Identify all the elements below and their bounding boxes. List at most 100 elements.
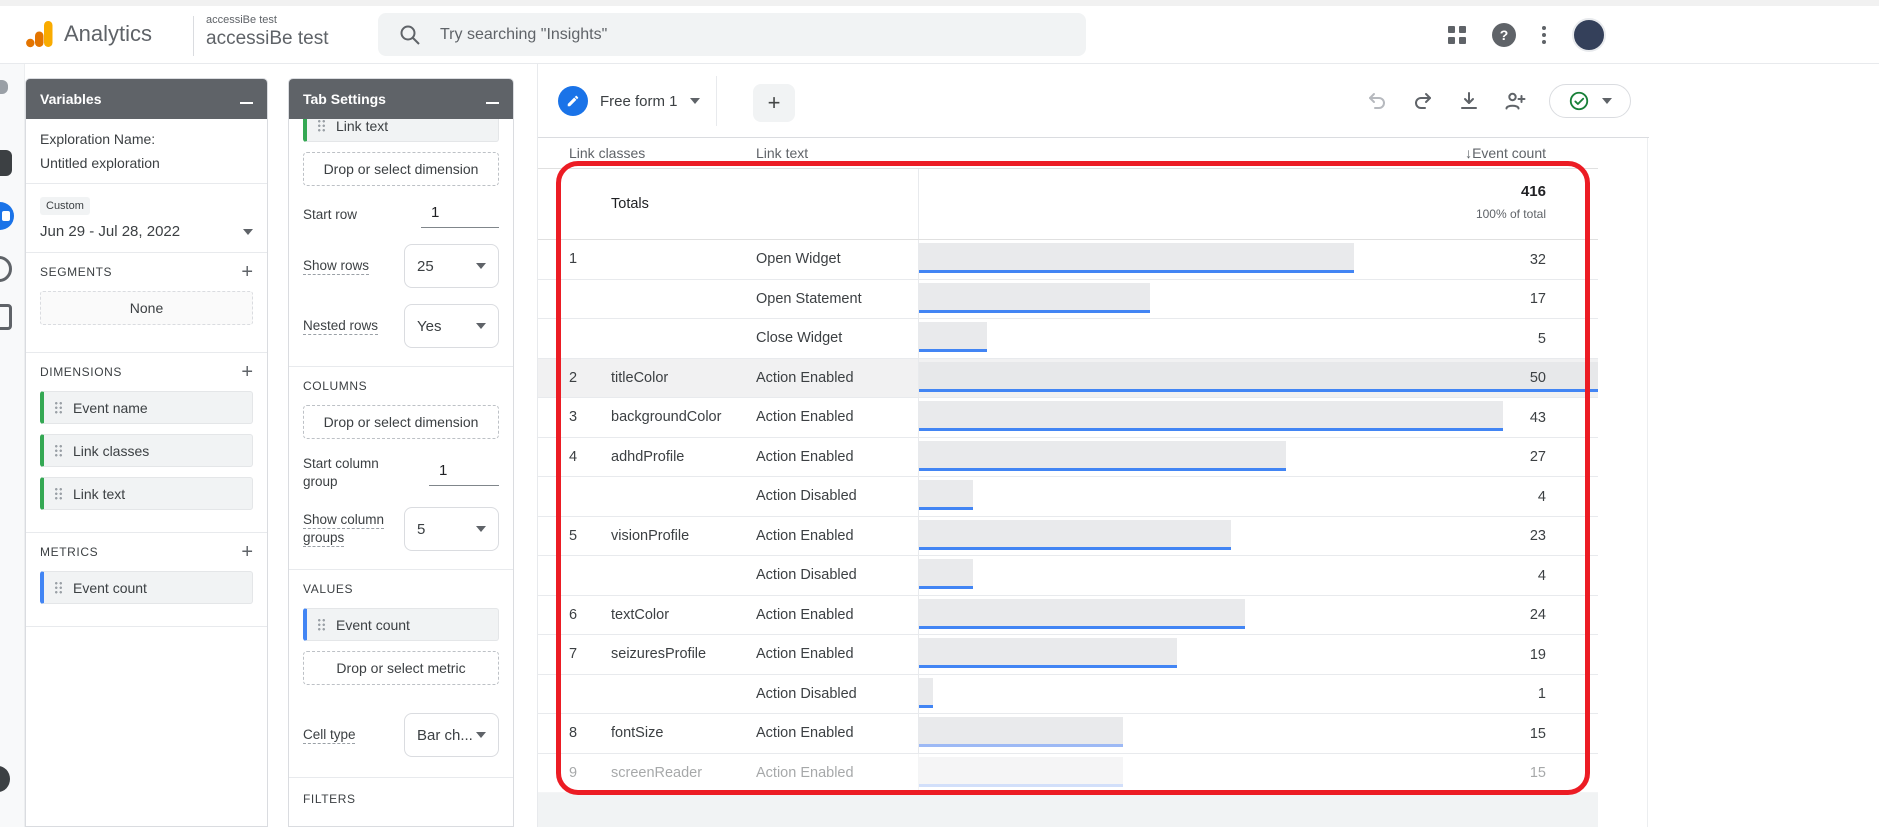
row-dimension-chip[interactable]: Link text <box>303 119 499 142</box>
admin-icon[interactable] <box>0 766 10 792</box>
row-number-cell: 3 <box>569 398 611 437</box>
library-icon[interactable] <box>0 304 12 330</box>
avatar[interactable] <box>1572 18 1606 52</box>
event-count-value: 32 <box>1530 240 1546 280</box>
drag-handle-icon[interactable] <box>317 618 326 631</box>
table-row[interactable]: 7 seizuresProfile Action Enabled 19 <box>538 635 1598 675</box>
search-input[interactable]: Try searching "Insights" <box>378 13 1086 56</box>
drag-handle-icon[interactable] <box>54 487 63 500</box>
row-number-cell <box>569 319 611 358</box>
date-range-block[interactable]: Custom Jun 29 - Jul 28, 2022 <box>26 184 267 253</box>
row-number-cell: 2 <box>569 359 611 398</box>
table-row[interactable]: 6 textColor Action Enabled 24 <box>538 596 1598 636</box>
exploration-name-value[interactable]: Untitled exploration <box>40 155 253 171</box>
drag-handle-icon[interactable] <box>54 401 63 414</box>
event-count-bar <box>919 283 1150 313</box>
tab-free-form-1[interactable]: Free form 1 <box>552 76 717 126</box>
table-row[interactable]: 5 visionProfile Action Enabled 23 <box>538 517 1598 557</box>
add-segment-icon[interactable]: + <box>241 265 253 279</box>
download-icon[interactable] <box>1457 89 1481 113</box>
drop-dimension-zone[interactable]: Drop or select dimension <box>303 152 499 186</box>
drag-handle-icon[interactable] <box>54 581 63 594</box>
cell-type-select[interactable]: Bar ch... <box>404 713 499 757</box>
exploration-name-block: Exploration Name: Untitled exploration <box>26 119 267 184</box>
event-count-bar <box>919 362 1598 392</box>
segments-none-chip[interactable]: None <box>40 291 253 325</box>
column-header-link-text[interactable]: Link text <box>756 145 918 161</box>
event-count-bar <box>919 480 973 510</box>
minimize-icon[interactable] <box>240 102 253 104</box>
add-tab-button[interactable]: + <box>753 84 795 122</box>
property-switcher[interactable]: accessiBe test accessiBe test <box>206 14 329 50</box>
help-icon[interactable]: ? <box>1492 23 1516 47</box>
link-classes-cell: adhdProfile <box>611 438 756 477</box>
sort-descending-icon: ↓ <box>1465 145 1472 161</box>
drag-handle-icon[interactable] <box>54 444 63 457</box>
table-row[interactable]: Open Statement 17 <box>538 280 1598 320</box>
table-row[interactable]: Action Disabled 1 <box>538 675 1598 715</box>
show-column-groups-select[interactable]: 5 <box>404 507 499 551</box>
link-classes-cell: seizuresProfile <box>611 635 756 674</box>
row-number-cell: 9 <box>569 754 611 793</box>
start-row-label: Start row <box>303 206 357 224</box>
table-row[interactable]: Close Widget 5 <box>538 319 1598 359</box>
start-column-group-input[interactable]: 1 <box>429 460 499 486</box>
reports-icon[interactable] <box>0 150 12 176</box>
apps-grid-icon[interactable] <box>1448 26 1466 44</box>
table-row[interactable]: 4 adhdProfile Action Enabled 27 <box>538 438 1598 478</box>
table-row[interactable]: 2 titleColor Action Enabled 50 <box>538 359 1598 399</box>
redo-icon[interactable] <box>1411 89 1435 113</box>
start-column-group-label: Start column group <box>303 455 403 491</box>
explore-icon[interactable] <box>0 202 14 230</box>
table-row[interactable]: 3 backgroundColor Action Enabled 43 <box>538 398 1598 438</box>
table-row[interactable]: 1 Open Widget 32 <box>538 240 1598 280</box>
table-row[interactable]: 8 fontSize Action Enabled 15 <box>538 714 1598 754</box>
table-row[interactable]: 9 screenReader Action Enabled 15 <box>538 754 1598 794</box>
tab-settings-panel: Tab Settings Link text Drop or select di… <box>288 78 514 827</box>
date-custom-badge: Custom <box>40 197 90 215</box>
metric-chip[interactable]: Event count <box>40 571 253 604</box>
column-header-link-classes[interactable]: Link classes <box>569 145 756 161</box>
drop-dimension-zone[interactable]: Drop or select dimension <box>303 405 499 439</box>
chevron-down-icon <box>1602 98 1612 104</box>
link-text-cell: Action Enabled <box>756 517 918 556</box>
bar-cell: 4 <box>918 477 1598 516</box>
totals-label: Totals <box>611 196 918 212</box>
tab-settings-header: Tab Settings <box>289 79 513 119</box>
event-count-header-label: Event count <box>1472 145 1546 161</box>
drag-handle-icon[interactable] <box>317 119 326 132</box>
pencil-icon <box>558 86 588 116</box>
table-row[interactable]: Action Disabled 4 <box>538 556 1598 596</box>
more-options-icon[interactable] <box>1542 26 1546 44</box>
home-icon[interactable] <box>0 80 8 94</box>
chevron-down-icon[interactable] <box>690 98 700 104</box>
nested-rows-label: Nested rows <box>303 317 378 335</box>
show-rows-select[interactable]: 25 <box>404 244 499 288</box>
bar-cell: 17 <box>918 280 1598 319</box>
dimension-chip[interactable]: Event name <box>40 391 253 424</box>
advertising-icon[interactable] <box>0 256 12 282</box>
bar-cell: 23 <box>918 517 1598 556</box>
minimize-icon[interactable] <box>486 102 499 104</box>
dimension-chip[interactable]: Link text <box>40 477 253 510</box>
link-classes-cell: backgroundColor <box>611 398 756 437</box>
link-text-cell: Close Widget <box>756 319 918 358</box>
dimension-chip[interactable]: Link classes <box>40 434 253 467</box>
share-user-icon[interactable] <box>1503 89 1527 113</box>
drop-metric-zone[interactable]: Drop or select metric <box>303 651 499 685</box>
link-classes-cell <box>611 280 756 319</box>
value-metric-chip[interactable]: Event count <box>303 608 499 641</box>
status-ok-button[interactable] <box>1549 84 1631 118</box>
column-header-event-count[interactable]: ↓Event count <box>918 145 1598 161</box>
link-classes-cell <box>611 240 756 279</box>
add-metric-icon[interactable]: + <box>241 545 253 559</box>
nested-rows-select[interactable]: Yes <box>404 304 499 348</box>
table-row[interactable]: Action Disabled 4 <box>538 477 1598 517</box>
add-dimension-icon[interactable]: + <box>241 365 253 379</box>
start-row-input[interactable]: 1 <box>421 202 499 228</box>
link-classes-cell: visionProfile <box>611 517 756 556</box>
undo-icon[interactable] <box>1365 89 1389 113</box>
rows-section: Link text Drop or select dimension Start… <box>289 119 513 367</box>
filters-label: FILTERS <box>303 792 356 806</box>
cell-type-value: Bar ch... <box>417 727 473 744</box>
